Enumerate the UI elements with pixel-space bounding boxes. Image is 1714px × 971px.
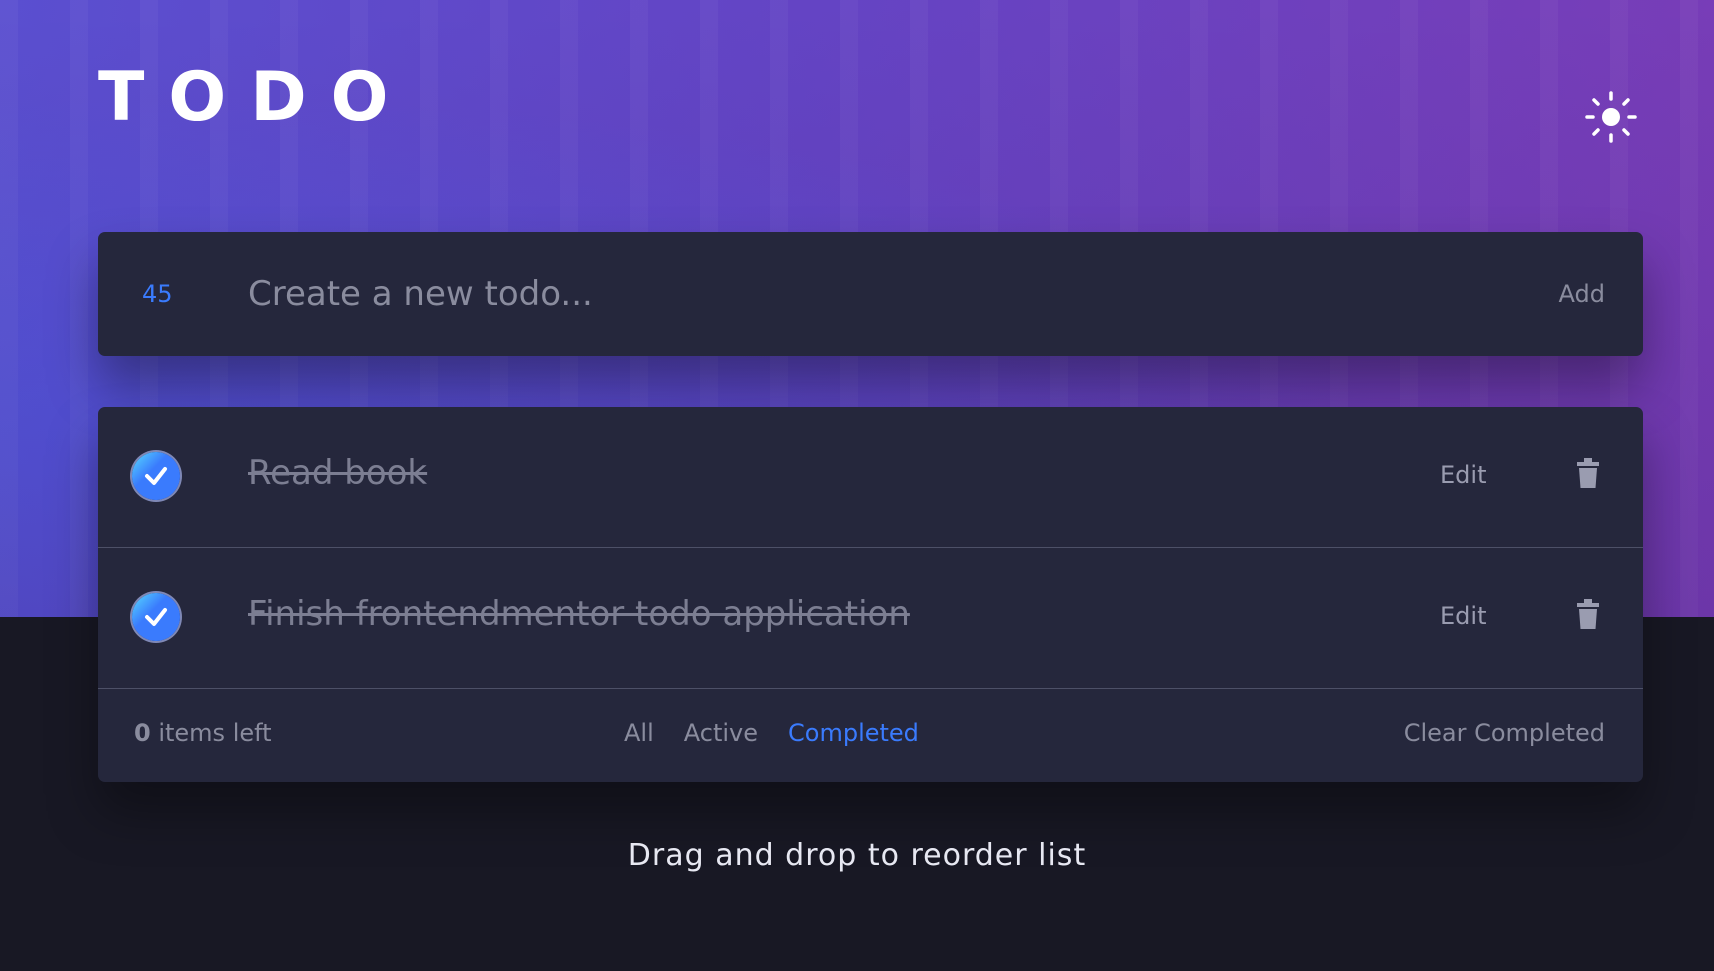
add-button[interactable]: Add bbox=[1559, 280, 1605, 308]
new-todo-bar: 45 Add bbox=[98, 232, 1643, 356]
todo-checkbox[interactable] bbox=[132, 452, 180, 500]
items-left-label: items left bbox=[150, 719, 272, 747]
check-icon bbox=[145, 467, 167, 485]
new-todo-input[interactable] bbox=[248, 264, 1418, 324]
items-left-count: 0 bbox=[134, 719, 151, 747]
filter-active[interactable]: Active bbox=[684, 719, 758, 747]
trash-icon[interactable] bbox=[1576, 457, 1600, 489]
filter-completed[interactable]: Completed bbox=[788, 719, 919, 747]
filter-tabs: All Active Completed bbox=[624, 719, 919, 747]
todo-list: Read book Edit Finish frontendmentor tod… bbox=[98, 407, 1643, 782]
clear-completed-button[interactable]: Clear Completed bbox=[1404, 719, 1605, 747]
todo-item[interactable]: Read book Edit bbox=[98, 407, 1643, 548]
app-title: TODO bbox=[98, 58, 413, 137]
todo-text: Read book bbox=[248, 453, 428, 493]
items-left-counter: 0 items left bbox=[134, 719, 272, 747]
todo-counter: 45 bbox=[142, 280, 173, 308]
todo-item[interactable]: Finish frontendmentor todo application E… bbox=[98, 548, 1643, 689]
filter-all[interactable]: All bbox=[624, 719, 654, 747]
todo-text: Finish frontendmentor todo application bbox=[248, 594, 910, 634]
check-icon bbox=[145, 608, 167, 626]
theme-toggle-button[interactable] bbox=[1584, 90, 1638, 144]
todo-checkbox[interactable] bbox=[132, 593, 180, 641]
list-footer: 0 items left All Active Completed Clear … bbox=[98, 689, 1643, 782]
sun-icon bbox=[1585, 91, 1637, 143]
edit-button[interactable]: Edit bbox=[1440, 461, 1486, 489]
trash-icon[interactable] bbox=[1576, 598, 1600, 630]
edit-button[interactable]: Edit bbox=[1440, 602, 1486, 630]
drag-drop-hint: Drag and drop to reorder list bbox=[627, 838, 1087, 873]
